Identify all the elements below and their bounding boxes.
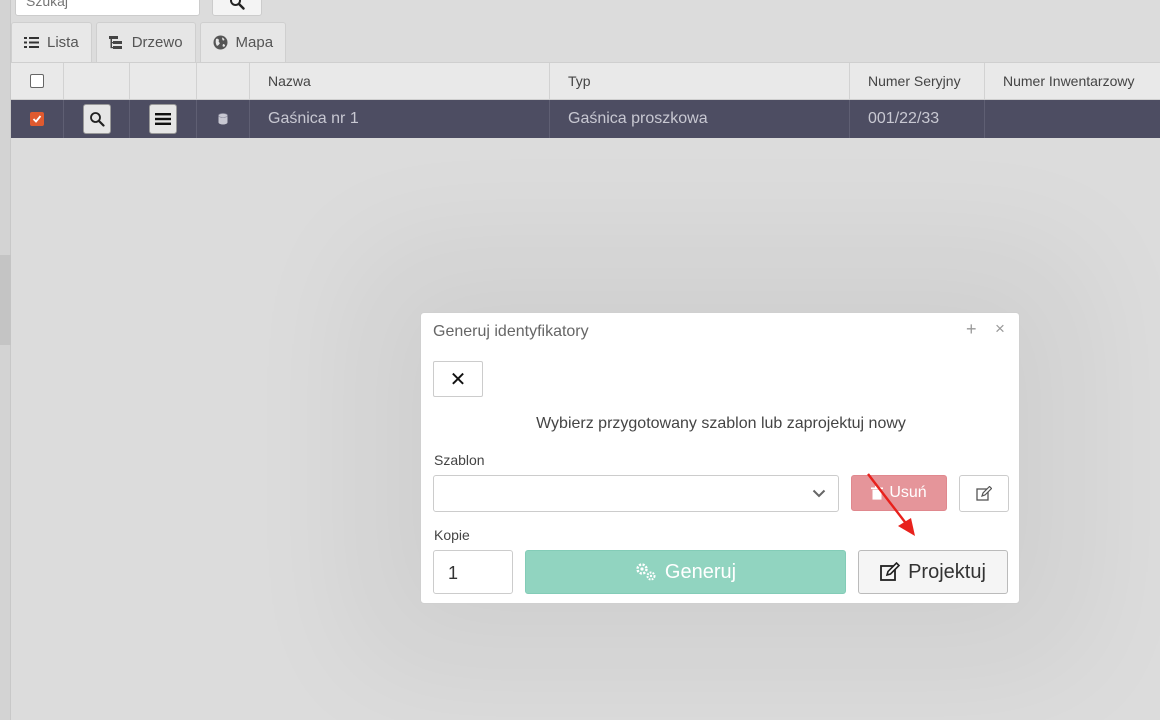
header-blank-cell (64, 63, 130, 99)
tab-drzewo[interactable]: Drzewo (95, 22, 196, 62)
dialog-title: Generuj identyfikatory (433, 323, 589, 340)
column-header-typ[interactable]: Typ (550, 63, 850, 99)
generate-button[interactable]: Generuj (525, 550, 846, 594)
row-select-cell (11, 100, 64, 138)
row-type-icon-cell (197, 100, 250, 138)
tab-drzewo-label: Drzewo (131, 34, 183, 51)
template-select[interactable] (433, 475, 839, 512)
copies-label: Kopie (434, 527, 470, 543)
search-icon (230, 0, 245, 10)
row-preview-button[interactable] (82, 104, 111, 134)
column-header-numer-inwentarzowy[interactable]: Numer Inwentarzowy (985, 63, 1160, 99)
list-icon (24, 37, 39, 48)
column-header-numer-seryjny[interactable]: Numer Seryjny (850, 63, 985, 99)
table-header: Nazwa Typ Numer Seryjny Numer Inwentarzo… (11, 62, 1160, 100)
tab-mapa[interactable]: Mapa (199, 22, 287, 62)
chevron-down-icon (812, 489, 826, 498)
edit-template-button[interactable] (959, 475, 1009, 512)
design-label: Projektuj (908, 560, 986, 583)
header-blank-cell (130, 63, 197, 99)
select-all-checkbox[interactable] (30, 74, 44, 88)
annotation-arrow (867, 473, 915, 536)
view-tabs: Lista Drzewo Mapa (11, 22, 290, 62)
edit-icon (880, 562, 901, 581)
cell-typ: Gaśnica proszkowa (550, 100, 850, 138)
cell-numer-inwentarzowy (985, 100, 1160, 138)
tree-icon (108, 35, 122, 49)
table-row[interactable]: Gaśnica nr 1 Gaśnica proszkowa 001/22/33 (11, 100, 1160, 138)
dialog-close-button[interactable]: × (995, 319, 1005, 339)
left-panel-edge (0, 0, 11, 720)
cell-nazwa: Gaśnica nr 1 (250, 100, 550, 138)
row-menu-cell (130, 100, 197, 138)
globe-icon (213, 35, 228, 50)
generate-label: Generuj (664, 560, 737, 583)
design-button[interactable]: Projektuj (858, 550, 1008, 594)
gears-icon (636, 563, 656, 581)
search-input[interactable] (15, 0, 200, 16)
column-header-nazwa[interactable]: Nazwa (250, 63, 550, 99)
row-checkbox[interactable] (30, 112, 44, 126)
tab-lista-label: Lista (47, 34, 79, 51)
header-blank-cell (197, 63, 250, 99)
dialog-instruction: Wybierz przygotowany szablon lub zaproje… (536, 415, 906, 432)
generate-identifiers-dialog: Generuj identyfikatory + × ✕ Wybierz prz… (420, 312, 1020, 604)
row-preview-cell (64, 100, 130, 138)
check-icon (32, 115, 42, 123)
cylinder-icon (218, 113, 228, 125)
row-menu-button[interactable] (149, 104, 177, 134)
maximize-button[interactable]: + (966, 319, 977, 340)
edit-icon (976, 485, 992, 501)
tab-lista[interactable]: Lista (11, 22, 92, 62)
cell-numer-seryjny: 001/22/33 (850, 100, 985, 138)
menu-icon (155, 113, 171, 125)
select-all-cell (11, 63, 64, 99)
search-button[interactable] (212, 0, 262, 16)
template-label: Szablon (434, 452, 485, 468)
search-icon (89, 112, 105, 127)
close-button[interactable]: ✕ (433, 361, 483, 397)
left-panel-handle[interactable] (0, 255, 11, 345)
copies-input[interactable]: 1 (433, 550, 513, 594)
tab-mapa-label: Mapa (235, 34, 274, 51)
